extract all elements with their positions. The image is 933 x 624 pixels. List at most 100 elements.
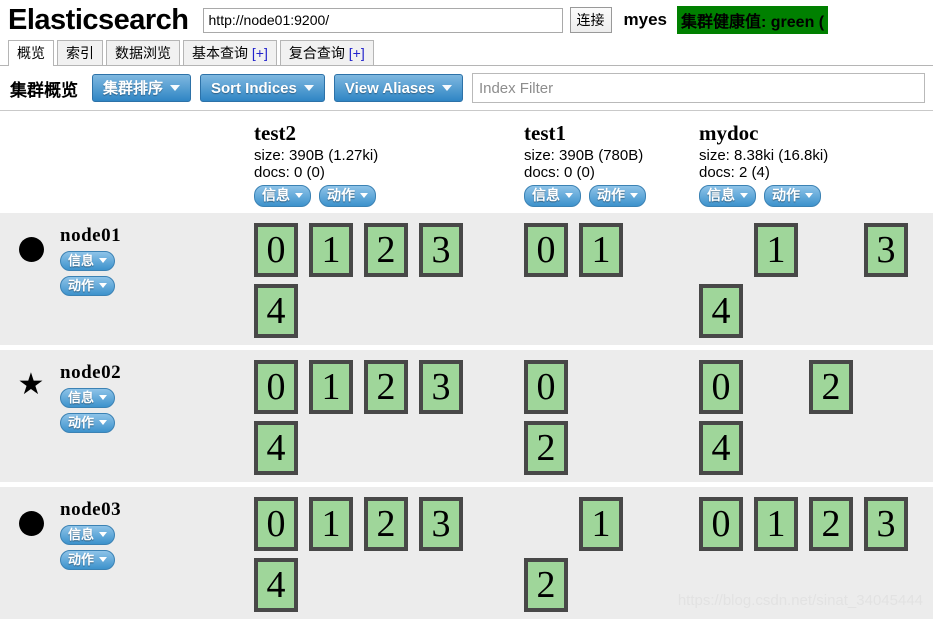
index-column-test1: test1 size: 390B (780B) docs: 0 (0) 信息 动… xyxy=(510,111,685,213)
shard-box[interactable]: 0 xyxy=(699,359,743,414)
shard-empty-slot xyxy=(364,558,408,612)
shard-box[interactable]: 2 xyxy=(364,359,408,414)
index-docs-mydoc: docs: 2 (4) xyxy=(699,164,770,182)
node-row: node03 信息 动作 0 1 2 3 4 1 2 0 1 2 3 xyxy=(0,486,933,624)
shard-cell-node03-test2: 0123 4 xyxy=(240,487,510,619)
shard-box[interactable]: 3 xyxy=(419,496,463,551)
shard-cell-node01-mydoc: 1 3 4 xyxy=(685,213,933,345)
shard-box[interactable]: 0 xyxy=(254,222,298,277)
shard-empty-slot xyxy=(809,284,853,338)
node-cell-node01: node01 信息动作 xyxy=(0,213,240,345)
shard-empty-slot xyxy=(524,497,568,551)
chevron-down-icon xyxy=(99,258,108,263)
cluster-name-label: myes xyxy=(623,10,667,29)
index-action-label: 动作 xyxy=(327,187,355,203)
node-action-button-node03[interactable]: 动作 xyxy=(60,549,116,570)
circle-icon xyxy=(18,510,44,536)
grid-corner-cell xyxy=(0,111,240,213)
cluster-url-input[interactable] xyxy=(202,7,563,33)
shard-box[interactable]: 4 xyxy=(254,557,298,612)
node-info-button-node03[interactable]: 信息 xyxy=(60,524,116,545)
tab-indices[interactable]: 索引 xyxy=(57,40,103,65)
index-info-button-test2[interactable]: 信息 xyxy=(254,184,311,207)
sort-cluster-button[interactable]: 集群排序 xyxy=(92,74,192,102)
shard-box[interactable]: 1 xyxy=(309,359,353,414)
shard-box[interactable]: 3 xyxy=(864,222,908,277)
tab-overview-label: 概览 xyxy=(17,45,45,61)
shard-grid: 02 xyxy=(510,359,685,482)
index-size-test1: size: 390B (780B) xyxy=(524,147,644,164)
chevron-down-icon xyxy=(360,193,368,198)
tab-data-browse[interactable]: 数据浏览 xyxy=(106,40,180,65)
sort-indices-label: Sort Indices xyxy=(211,79,297,97)
shard-grid: 0 2 4 xyxy=(685,359,933,482)
shard-box[interactable]: 0 xyxy=(524,222,568,277)
shard-box[interactable]: 0 xyxy=(254,359,298,414)
shard-box[interactable]: 4 xyxy=(699,283,743,338)
node-info-button-node01[interactable]: 信息 xyxy=(60,250,116,271)
shard-empty-slot xyxy=(419,421,463,475)
shard-box[interactable]: 0 xyxy=(524,359,568,414)
sort-indices-button[interactable]: Sort Indices xyxy=(200,74,325,102)
node-action-button-node02[interactable]: 动作 xyxy=(60,412,116,433)
shard-box[interactable]: 1 xyxy=(754,222,798,277)
index-filter-input[interactable] xyxy=(471,73,925,103)
shard-box[interactable]: 4 xyxy=(254,420,298,475)
node-info-button-node02[interactable]: 信息 xyxy=(60,387,116,408)
star-icon: ★ xyxy=(17,367,45,401)
overview-toolbar: 集群概览 集群排序 Sort Indices View Aliases xyxy=(0,66,933,111)
shard-empty-slot xyxy=(864,421,908,475)
shard-empty-slot xyxy=(579,421,623,475)
index-action-button-test1[interactable]: 动作 xyxy=(589,184,646,207)
tab-basic-query-plus: [+] xyxy=(251,45,268,61)
shard-box[interactable]: 3 xyxy=(864,496,908,551)
shard-box[interactable]: 1 xyxy=(309,496,353,551)
index-docs-test1: docs: 0 (0) xyxy=(524,164,595,182)
shard-box[interactable]: 2 xyxy=(809,359,853,414)
index-info-button-test1[interactable]: 信息 xyxy=(524,184,581,207)
shard-empty-slot xyxy=(309,284,353,338)
shard-box[interactable]: 2 xyxy=(524,420,568,475)
node-name-label: node01 xyxy=(60,224,122,246)
shard-box[interactable]: 2 xyxy=(809,496,853,551)
chevron-down-icon xyxy=(99,557,108,562)
node-action-button-node01[interactable]: 动作 xyxy=(60,275,116,296)
shard-box[interactable]: 1 xyxy=(579,222,623,277)
shard-box[interactable]: 2 xyxy=(364,496,408,551)
chevron-down-icon xyxy=(565,193,573,198)
index-name-mydoc: mydoc xyxy=(699,121,759,145)
node-info-button-label: 信息 xyxy=(68,253,95,268)
shard-box[interactable]: 3 xyxy=(419,359,463,414)
index-action-button-mydoc[interactable]: 动作 xyxy=(764,184,821,207)
shard-box[interactable]: 1 xyxy=(309,222,353,277)
index-action-button-test2[interactable]: 动作 xyxy=(319,184,376,207)
index-info-button-mydoc[interactable]: 信息 xyxy=(699,184,756,207)
tab-basic-query[interactable]: 基本查询 [+] xyxy=(183,40,277,65)
shard-box[interactable]: 4 xyxy=(699,420,743,475)
index-header-test1: test1 size: 390B (780B) docs: 0 (0) 信息 动… xyxy=(510,121,685,213)
shard-cell-node01-test2: 0123 4 xyxy=(240,213,510,345)
shard-box[interactable]: 2 xyxy=(364,222,408,277)
shard-empty-slot xyxy=(864,558,908,612)
connect-button[interactable]: 连接 xyxy=(569,7,612,33)
shard-box[interactable]: 0 xyxy=(254,496,298,551)
index-action-label: 动作 xyxy=(597,187,625,203)
tab-data-browse-label: 数据浏览 xyxy=(115,45,171,61)
shard-box[interactable]: 1 xyxy=(754,496,798,551)
tab-overview[interactable]: 概览 xyxy=(8,40,54,66)
app-header: Elasticsearch 连接 myes 集群健康值: green ( xyxy=(0,0,933,40)
circle-icon xyxy=(18,236,44,262)
shard-box[interactable]: 0 xyxy=(699,496,743,551)
shard-grid: 0123 4 xyxy=(240,222,510,345)
shard-empty-slot xyxy=(754,421,798,475)
view-aliases-button[interactable]: View Aliases xyxy=(333,74,463,102)
shard-empty-slot xyxy=(864,284,908,338)
node-info-button-label: 信息 xyxy=(68,527,95,542)
shard-box[interactable]: 4 xyxy=(254,283,298,338)
shard-cell-node02-mydoc: 0 2 4 xyxy=(685,350,933,482)
shard-box[interactable]: 2 xyxy=(524,557,568,612)
star-glyph: ★ xyxy=(17,367,45,401)
tab-composite-query[interactable]: 复合查询 [+] xyxy=(279,40,374,65)
shard-box[interactable]: 1 xyxy=(579,496,623,551)
shard-box[interactable]: 3 xyxy=(419,222,463,277)
